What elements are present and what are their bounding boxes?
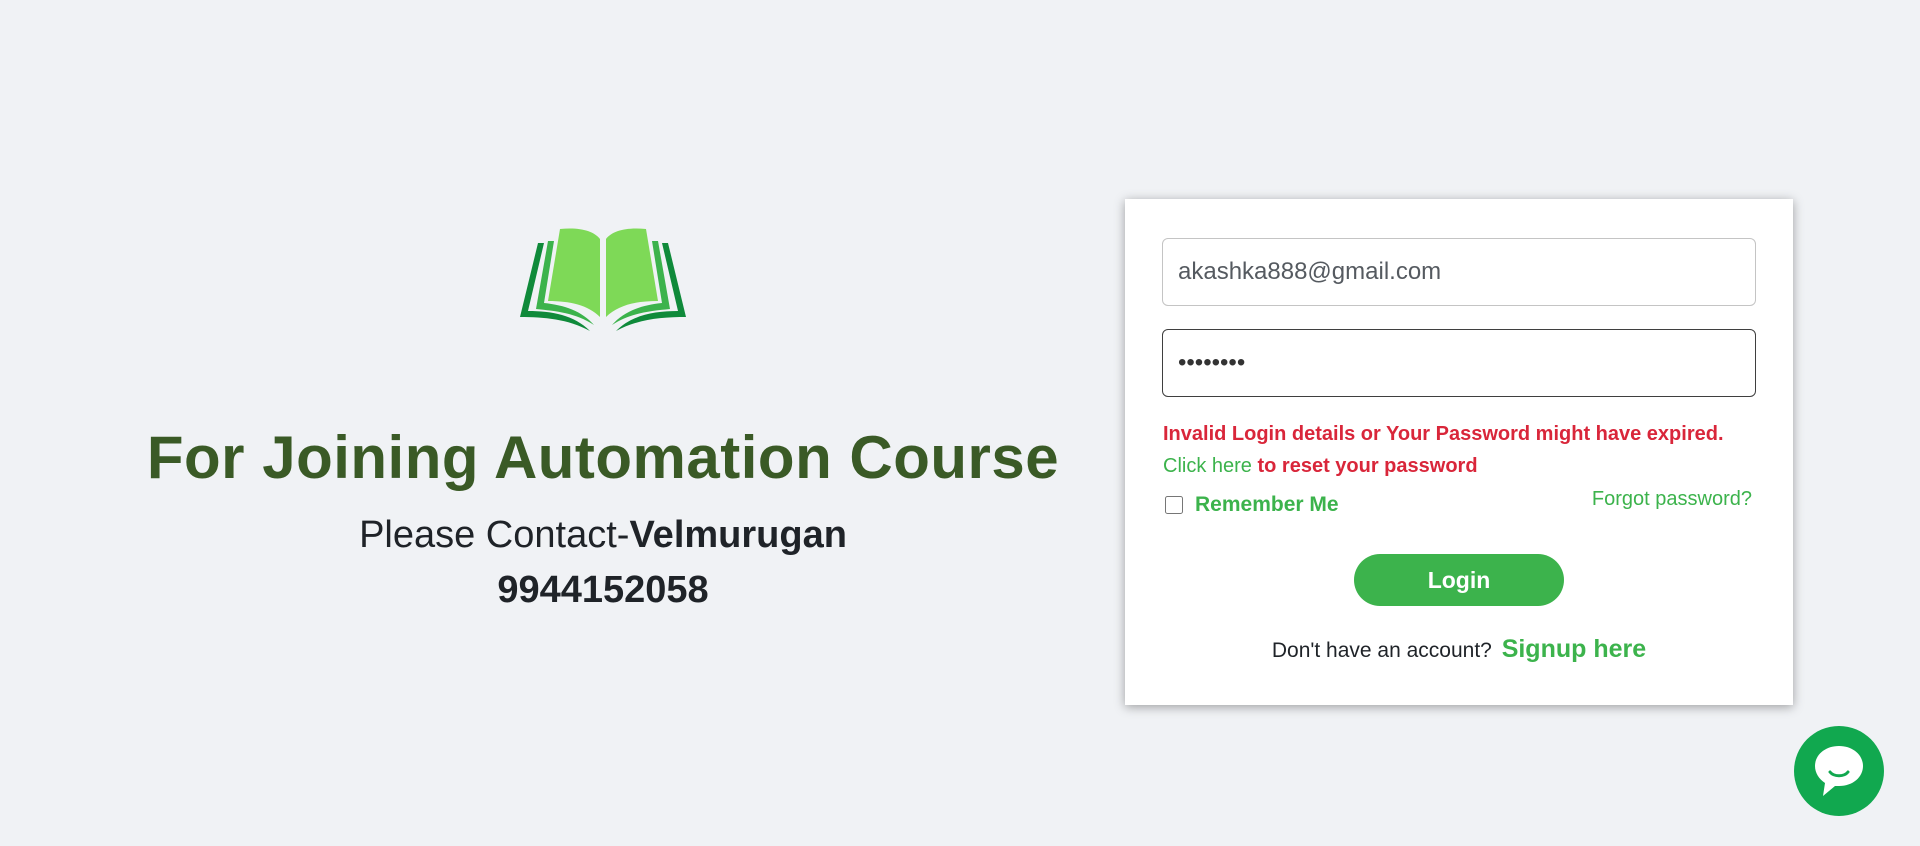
remember-me-checkbox[interactable] [1165,496,1183,514]
reset-password-line: Click here to reset your password [1163,455,1478,478]
contact-prefix: Please Contact- [359,514,630,556]
login-card: Invalid Login details or Your Password m… [1125,199,1793,705]
email-field[interactable] [1162,238,1756,306]
login-page: For Joining Automation Course Please Con… [0,0,1920,846]
promo-section: For Joining Automation Course Please Con… [100,225,1106,612]
chat-button[interactable] [1794,726,1884,816]
remember-me-label[interactable]: Remember Me [1195,493,1339,517]
signup-line: Don't have an account? Signup here [1125,635,1793,664]
error-message: Invalid Login details or Your Password m… [1163,423,1724,445]
chat-bubble-icon [1815,746,1863,796]
contact-phone: 9944152058 [497,569,709,611]
signup-link[interactable]: Signup here [1502,635,1646,663]
reset-password-text: to reset your password [1251,455,1478,477]
login-button[interactable]: Login [1354,554,1564,606]
contact-name: Velmurugan [629,514,847,556]
promo-title: For Joining Automation Course [146,424,1060,491]
no-account-text: Don't have an account? [1271,639,1492,662]
forgot-password-link[interactable]: Forgot password? [1592,488,1752,511]
remember-me: Remember Me [1165,493,1339,517]
reset-password-link[interactable]: Click here [1163,455,1252,477]
password-field[interactable] [1162,329,1756,397]
promo-contact: Please Contact-Velmurugan [100,514,1106,557]
open-book-icon [520,228,686,331]
